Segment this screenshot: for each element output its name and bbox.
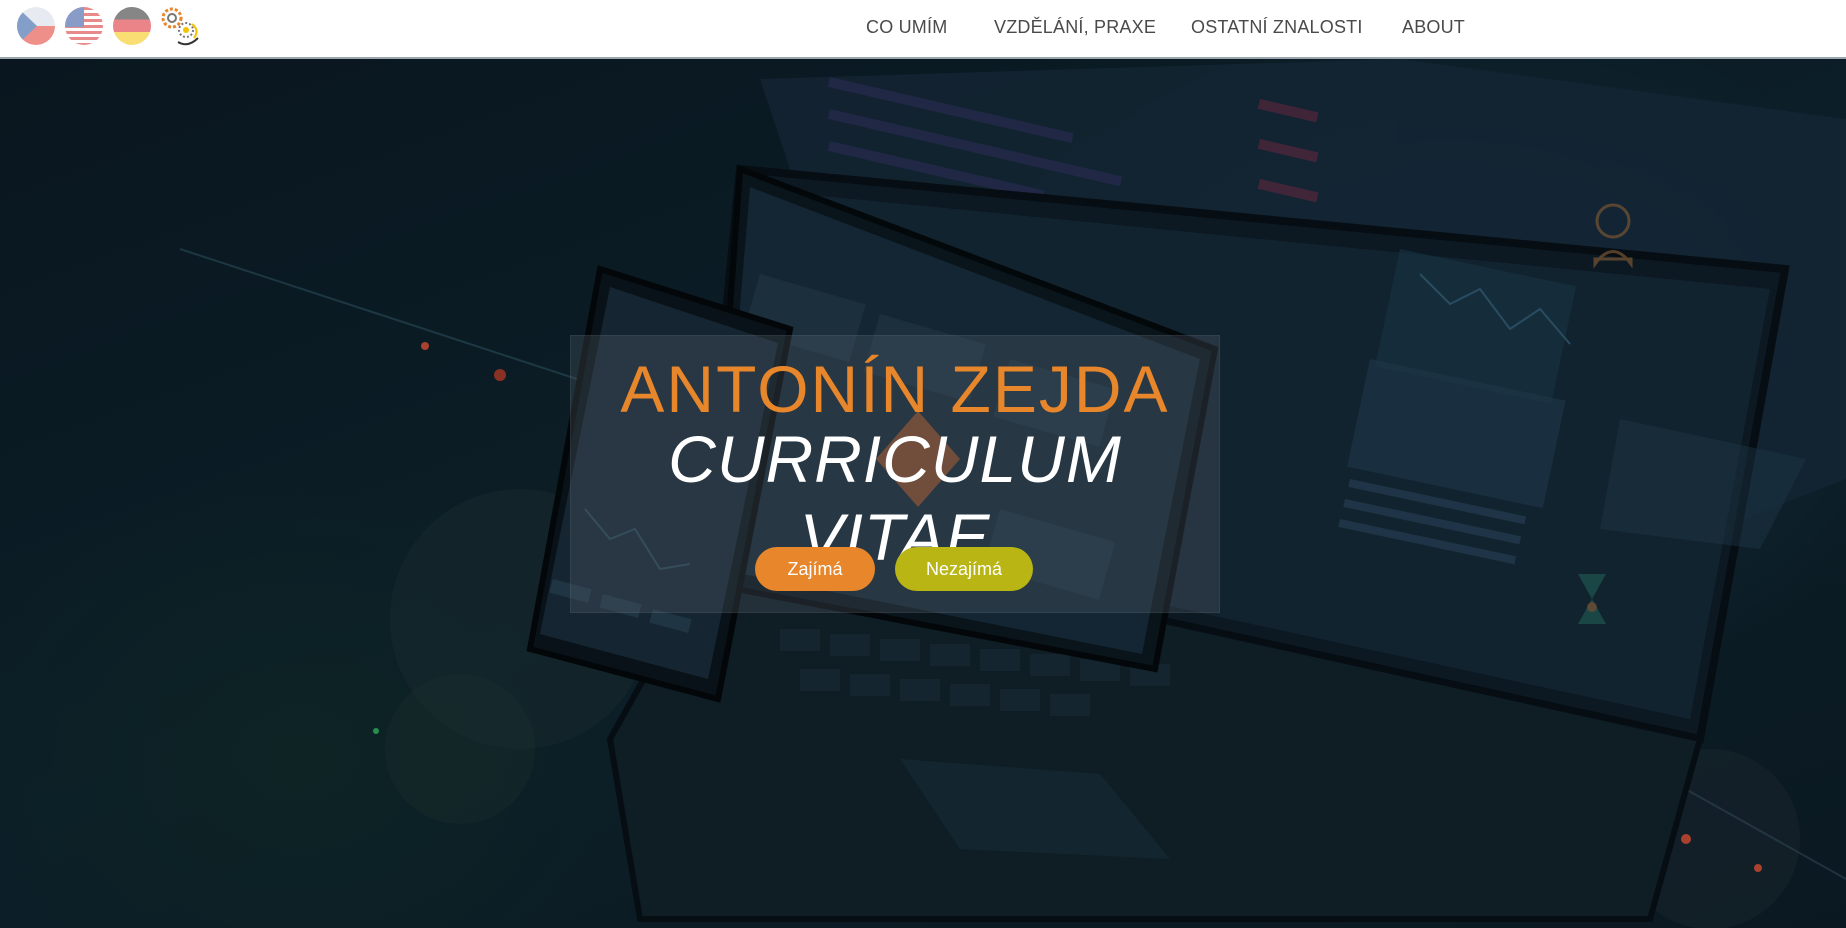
not-interested-button[interactable]: Nezajímá bbox=[895, 547, 1033, 591]
hero-section: ANTONÍN ZEJDA CURRICULUM VITAE Zajímá Ne… bbox=[0, 59, 1846, 928]
nav-item-about[interactable]: ABOUT bbox=[1402, 17, 1465, 38]
nav-item-ostatni-znalosti[interactable]: OSTATNÍ ZNALOSTI bbox=[1191, 17, 1363, 38]
hero-subtitle: CURRICULUM VITAE bbox=[668, 422, 1122, 574]
nav-item-vzdelani-praxe[interactable]: VZDĚLÁNÍ, PRAXE bbox=[994, 17, 1156, 38]
de-flag-icon[interactable] bbox=[113, 7, 151, 45]
top-navigation-bar: CO UMÍM VZDĚLÁNÍ, PRAXE OSTATNÍ ZNALOSTI… bbox=[0, 0, 1846, 59]
us-flag-icon[interactable] bbox=[65, 7, 103, 45]
cz-flag-icon[interactable] bbox=[17, 7, 55, 45]
interested-button[interactable]: Zajímá bbox=[755, 547, 875, 591]
nav-item-co-umim[interactable]: CO UMÍM bbox=[866, 17, 947, 38]
hero-title-panel: ANTONÍN ZEJDA CURRICULUM VITAE Zajímá Ne… bbox=[570, 335, 1220, 613]
hero-name: ANTONÍN ZEJDA bbox=[620, 352, 1170, 426]
gear-logo-icon[interactable] bbox=[158, 4, 202, 48]
